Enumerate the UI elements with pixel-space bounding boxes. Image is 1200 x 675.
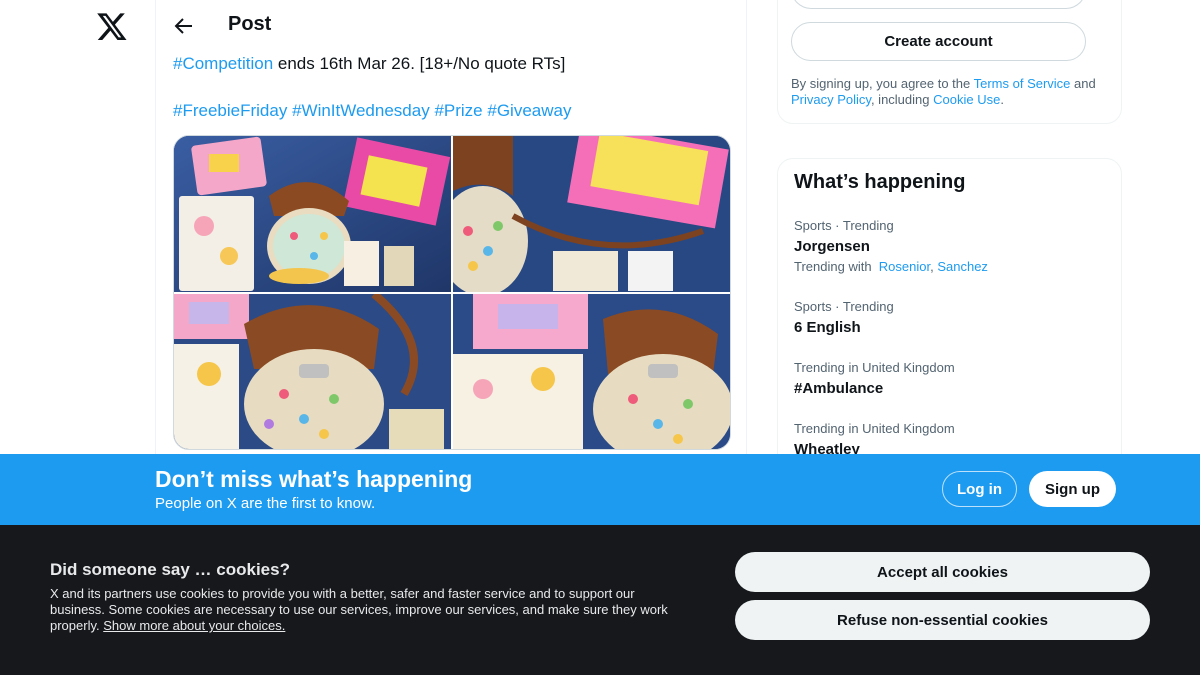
post-header: Post bbox=[156, 0, 748, 52]
terms-text: and bbox=[1070, 76, 1096, 91]
trend-meta: Trending in United Kingdom bbox=[794, 421, 955, 436]
refuse-cookies-button[interactable]: Refuse non-essential cookies bbox=[735, 600, 1150, 640]
hashtag-freebiefriday[interactable]: #FreebieFriday bbox=[173, 101, 287, 120]
cookie-consent-bar: Did someone say … cookies? X and its par… bbox=[0, 525, 1200, 675]
tweet-text-line1: #Competition ends 16th Mar 26. [18+/No q… bbox=[173, 53, 733, 75]
trend-item[interactable]: Trending in United Kingdom #Ambulance bbox=[794, 360, 1104, 399]
hashtag-giveaway[interactable]: #Giveaway bbox=[487, 101, 571, 120]
photo-2-graphic bbox=[453, 136, 730, 292]
signup-terms: By signing up, you agree to the Terms of… bbox=[791, 76, 1111, 108]
tweet-photo-1[interactable] bbox=[174, 136, 451, 292]
photo-3-graphic bbox=[174, 293, 451, 449]
tweet-photo-3[interactable] bbox=[174, 293, 451, 449]
trend-meta: Sports · Trending bbox=[794, 299, 894, 314]
accept-all-cookies-button[interactable]: Accept all cookies bbox=[735, 552, 1150, 592]
cookie-title: Did someone say … cookies? bbox=[50, 560, 290, 579]
cookie-choices-link[interactable]: Show more about your choices. bbox=[103, 618, 285, 633]
tweet-photo-2[interactable] bbox=[453, 136, 730, 292]
back-arrow-icon[interactable] bbox=[171, 14, 195, 38]
login-banner: Don’t miss what’s happening People on X … bbox=[0, 454, 1200, 525]
tweet-text: ends 16th Mar 26. [18+/No quote RTs] bbox=[273, 54, 566, 73]
trend-meta: Trending in United Kingdom bbox=[794, 360, 955, 375]
hashtag-competition[interactable]: #Competition bbox=[173, 54, 273, 73]
banner-title: Don’t miss what’s happening bbox=[155, 466, 473, 492]
media-grid bbox=[173, 135, 731, 450]
signup-card: Create account By signing up, you agree … bbox=[777, 0, 1122, 124]
hashtag-prize[interactable]: #Prize bbox=[434, 101, 482, 120]
trend-name: Jorgensen bbox=[794, 238, 870, 255]
trend-item[interactable]: Sports · Trending 6 English bbox=[794, 299, 1104, 338]
log-in-button[interactable]: Log in bbox=[942, 471, 1017, 507]
trend-name: 6 English bbox=[794, 319, 861, 336]
cookie-use-link[interactable]: Cookie Use bbox=[933, 92, 1000, 107]
page-title: Post bbox=[228, 13, 272, 35]
photo-1-graphic bbox=[174, 136, 451, 292]
privacy-policy-link[interactable]: Privacy Policy bbox=[791, 92, 871, 107]
trends-title: What’s happening bbox=[794, 171, 966, 193]
trend-related: Trending with Rosenior, Sanchez bbox=[794, 259, 988, 274]
terms-of-service-link[interactable]: Terms of Service bbox=[974, 76, 1071, 91]
create-account-button[interactable]: Create account bbox=[791, 22, 1086, 61]
photo-4-graphic bbox=[453, 293, 730, 449]
banner-subtitle: People on X are the first to know. bbox=[155, 495, 376, 512]
tweet-hashtags: #FreebieFriday #WinItWednesday #Prize #G… bbox=[173, 100, 571, 122]
trend-with-label: Trending with bbox=[794, 259, 872, 274]
x-logo-icon[interactable] bbox=[96, 10, 128, 42]
trend-meta: Sports · Trending bbox=[794, 218, 894, 233]
hashtag-winitwednesday[interactable]: #WinItWednesday bbox=[292, 101, 430, 120]
cookie-body: X and its partners use cookies to provid… bbox=[50, 586, 690, 634]
terms-text: By signing up, you agree to the bbox=[791, 76, 974, 91]
trend-item[interactable]: Sports · Trending Jorgensen Trending wit… bbox=[794, 218, 1104, 275]
tweet-photo-4[interactable] bbox=[453, 293, 730, 449]
trend-related-link[interactable]: Rosenior bbox=[879, 259, 930, 274]
trends-card: What’s happening Sports · Trending Jorge… bbox=[777, 158, 1122, 488]
terms-text: . bbox=[1000, 92, 1004, 107]
page: Post #Competition ends 16th Mar 26. [18+… bbox=[0, 0, 1200, 675]
trend-name: #Ambulance bbox=[794, 380, 884, 397]
terms-text: , including bbox=[870, 92, 934, 107]
signup-with-apple-button[interactable] bbox=[791, 0, 1086, 9]
sign-up-button[interactable]: Sign up bbox=[1029, 471, 1116, 507]
trend-related-link[interactable]: Sanchez bbox=[937, 259, 988, 274]
